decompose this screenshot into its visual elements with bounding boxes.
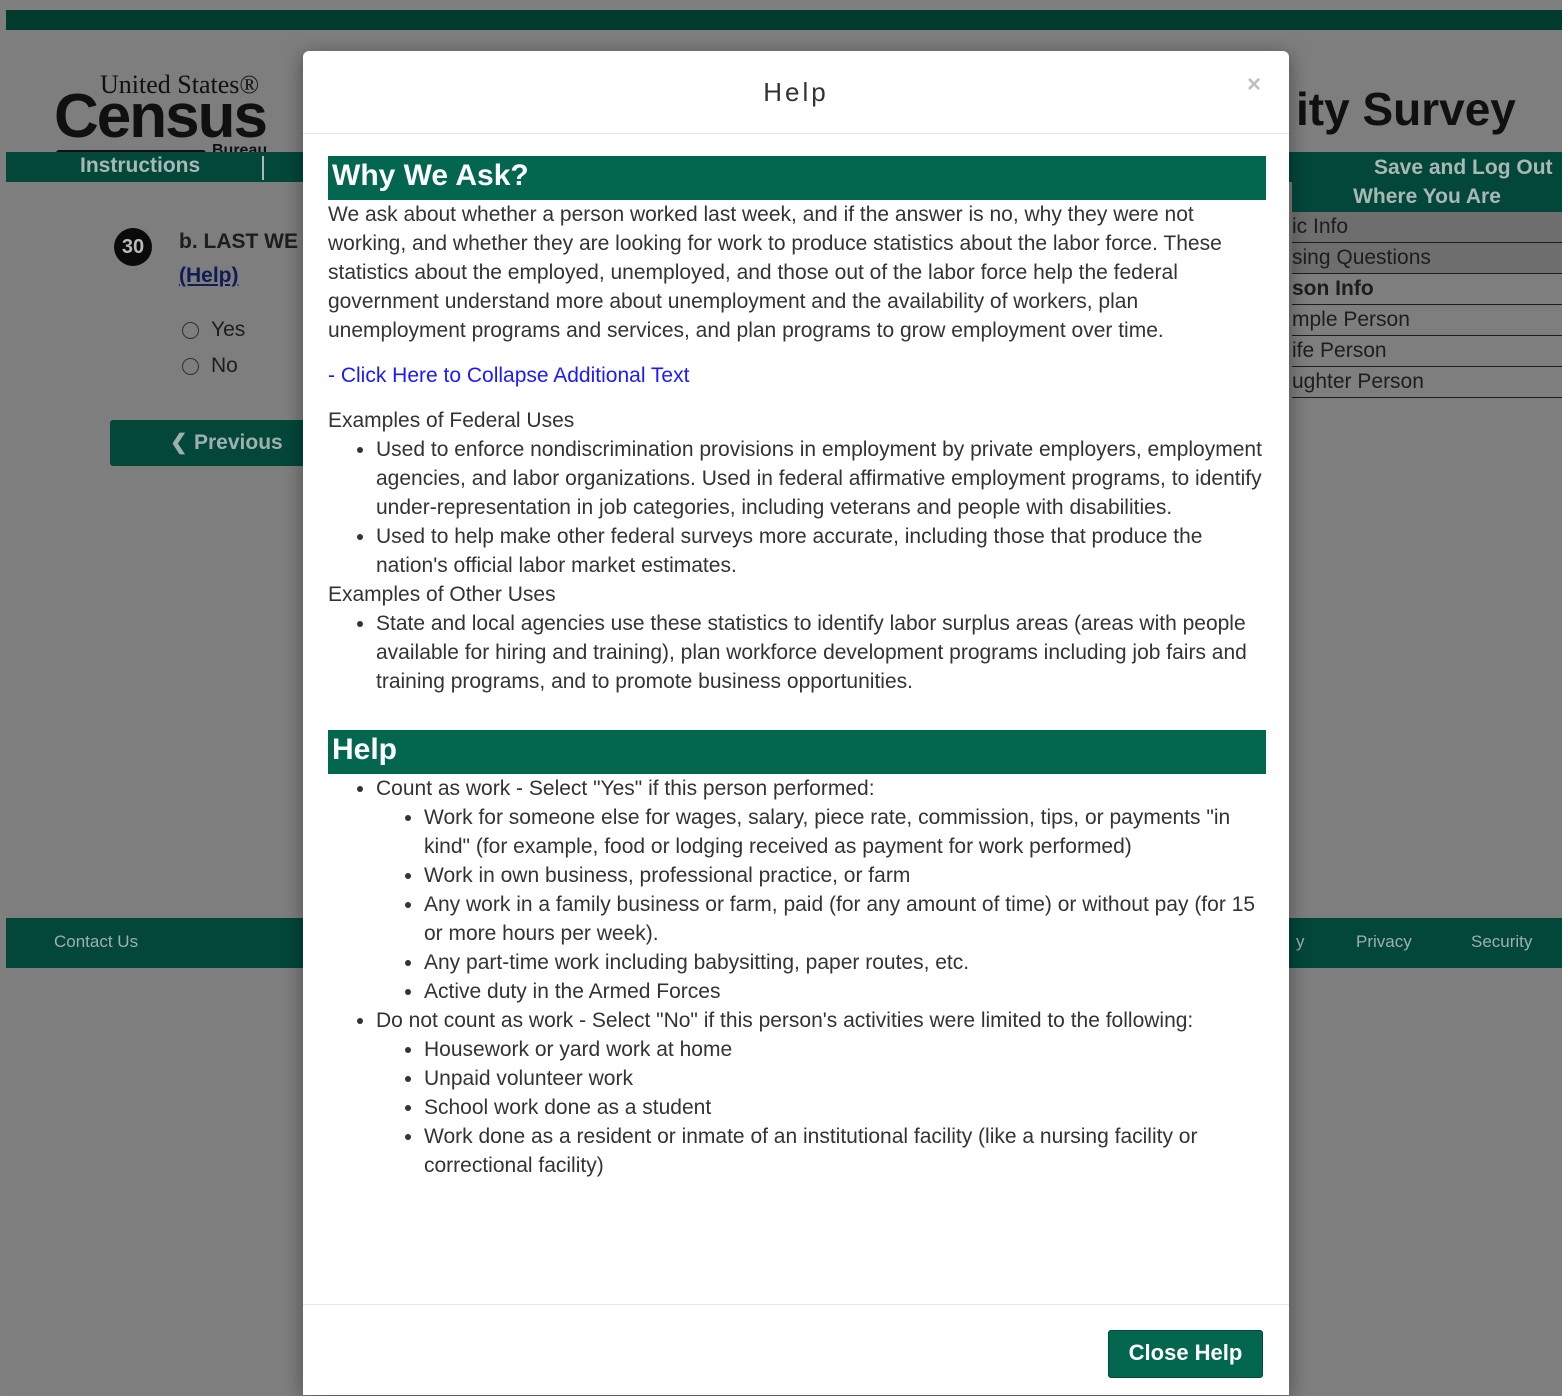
help-heading: Help xyxy=(328,730,1266,774)
where-you-are-panel: Where You Are ic Info sing Questions son… xyxy=(1292,182,1562,398)
nav-separator xyxy=(262,156,264,180)
close-icon[interactable]: × xyxy=(1247,71,1261,99)
list-item: Active duty in the Armed Forces xyxy=(424,977,1266,1006)
question-number: 30 xyxy=(114,228,152,266)
list-item: Unpaid volunteer work xyxy=(424,1064,1266,1093)
radio-no[interactable] xyxy=(182,357,199,375)
federal-uses-heading: Examples of Federal Uses xyxy=(328,409,575,432)
modal-footer: Close Help xyxy=(303,1304,1289,1396)
where-item-basic-info[interactable]: ic Info xyxy=(1292,212,1562,243)
federal-uses-list: Used to enforce nondiscrimination provis… xyxy=(328,435,1266,580)
where-item-sample-person[interactable]: mple Person xyxy=(1292,305,1562,336)
list-item: Count as work - Select "Yes" if this per… xyxy=(376,774,1266,1006)
nav-save-logout[interactable]: Save and Log Out xyxy=(1374,156,1553,180)
logo-census: Census xyxy=(54,82,268,151)
list-item: Used to help make other federal surveys … xyxy=(376,522,1266,580)
modal-title: Help xyxy=(763,77,829,107)
where-item-housing[interactable]: sing Questions xyxy=(1292,243,1562,274)
list-item: Any work in a family business or farm, p… xyxy=(424,890,1266,948)
option-yes-label: Yes xyxy=(211,318,246,341)
list-item: Work done as a resident or inmate of an … xyxy=(424,1122,1266,1180)
why-we-ask-text: We ask about whether a person worked las… xyxy=(328,203,1222,342)
previous-button[interactable]: ❮ Previous xyxy=(110,420,310,466)
modal-body: Why We Ask? We ask about whether a perso… xyxy=(328,156,1266,1180)
top-strip xyxy=(6,10,1562,30)
question-help-link[interactable]: (Help) xyxy=(179,264,239,288)
question-text: b. LAST WE xyxy=(179,230,298,253)
collapse-link[interactable]: - Click Here to Collapse Additional Text xyxy=(328,361,1266,390)
other-uses-list: State and local agencies use these stati… xyxy=(328,609,1266,696)
help-modal: Help × Why We Ask? We ask about whether … xyxy=(303,51,1289,1395)
where-you-are-title: Where You Are xyxy=(1292,182,1562,212)
list-item: Do not count as work - Select "No" if th… xyxy=(376,1006,1266,1180)
list-item: Used to enforce nondiscrimination provis… xyxy=(376,435,1266,522)
previous-label: Previous xyxy=(194,431,283,454)
census-logo[interactable]: United States® Census Bureau xyxy=(54,56,294,159)
where-item-wife-person[interactable]: ife Person xyxy=(1292,336,1562,367)
footer-partial-link[interactable]: y xyxy=(1296,932,1305,952)
list-item: Housework or yard work at home xyxy=(424,1035,1266,1064)
nav-instructions[interactable]: Instructions xyxy=(80,154,200,178)
not-count-as-work-list: Housework or yard work at home Unpaid vo… xyxy=(376,1035,1266,1180)
list-item: School work done as a student xyxy=(424,1093,1266,1122)
footer-privacy[interactable]: Privacy xyxy=(1356,932,1412,952)
option-no-label: No xyxy=(211,354,238,377)
modal-header: Help × xyxy=(303,51,1289,134)
survey-title: ity Survey xyxy=(1296,83,1516,135)
why-we-ask-heading: Why We Ask? xyxy=(328,156,1266,200)
help-list: Count as work - Select "Yes" if this per… xyxy=(328,774,1266,1180)
footer-security[interactable]: Security xyxy=(1471,932,1532,952)
where-item-person-info[interactable]: son Info xyxy=(1292,274,1562,305)
list-item: Work for someone else for wages, salary,… xyxy=(424,803,1266,861)
not-count-as-work-label: Do not count as work - Select "No" if th… xyxy=(376,1009,1194,1032)
radio-yes[interactable] xyxy=(182,321,199,339)
list-item: Work in own business, professional pract… xyxy=(424,861,1266,890)
footer-contact[interactable]: Contact Us xyxy=(54,932,138,952)
where-item-daughter-person[interactable]: ughter Person xyxy=(1292,367,1562,398)
count-as-work-label: Count as work - Select "Yes" if this per… xyxy=(376,777,875,800)
option-no[interactable]: No xyxy=(182,354,238,378)
option-yes[interactable]: Yes xyxy=(182,318,245,342)
list-item: State and local agencies use these stati… xyxy=(376,609,1266,696)
count-as-work-list: Work for someone else for wages, salary,… xyxy=(376,803,1266,1006)
close-help-button[interactable]: Close Help xyxy=(1108,1330,1263,1378)
chevron-left-icon: ❮ xyxy=(170,431,188,454)
list-item: Any part-time work including babysitting… xyxy=(424,948,1266,977)
other-uses-heading: Examples of Other Uses xyxy=(328,583,556,606)
